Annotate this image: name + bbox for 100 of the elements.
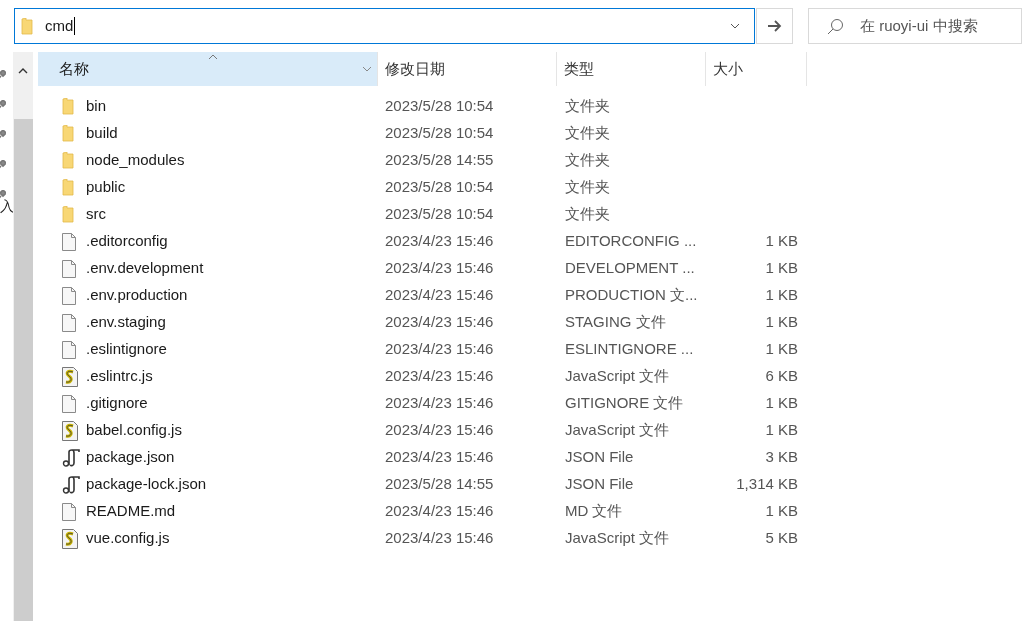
- file-name: .editorconfig: [86, 231, 168, 252]
- file-type: 文件夹: [564, 150, 611, 171]
- column-header[interactable]: 大小: [706, 52, 807, 86]
- folder-icon: [62, 98, 74, 115]
- modified-date: 2023/4/23 15:46: [384, 258, 495, 279]
- file-icon: [62, 313, 76, 332]
- chevron-up-icon[interactable]: [18, 68, 28, 74]
- file-type: PRODUCTION 文...: [564, 285, 699, 306]
- file-size: 3 KB: [765, 447, 798, 468]
- file-size: 1 KB: [765, 312, 798, 333]
- file-type: GITIGNORE 文件: [564, 393, 685, 414]
- file-name: node_modules: [86, 150, 185, 171]
- file-row[interactable]: .env.staging 2023/4/23 15:46 STAGING 文件 1 KB: [38, 309, 807, 336]
- file-size: 1 KB: [765, 393, 798, 414]
- search-field[interactable]: 在 ruoyi-ui 中搜索: [860, 14, 1020, 38]
- folder-icon: [62, 152, 74, 169]
- sort-ascending-icon: [208, 54, 218, 60]
- file-name: build: [86, 123, 118, 144]
- file-row[interactable]: .eslintignore 2023/4/23 15:46 ESLINTIGNORE ... 1 KB: [38, 336, 807, 363]
- file-type: MD 文件: [564, 501, 624, 522]
- modified-date: 2023/4/23 15:46: [384, 528, 495, 549]
- file-type: 文件夹: [564, 96, 611, 117]
- file-type: STAGING 文件: [564, 312, 667, 333]
- file-icon: [62, 502, 76, 521]
- chevron-down-icon[interactable]: [730, 23, 741, 29]
- file-row[interactable]: public 2023/5/28 10:54 文件夹: [38, 174, 807, 201]
- nav-item-text[interactable]: 入: [0, 198, 13, 214]
- file-type: 文件夹: [564, 123, 611, 144]
- file-type: JSON File: [564, 447, 635, 468]
- file-name: package.json: [86, 447, 175, 468]
- file-row[interactable]: src 2023/5/28 10:54 文件夹: [38, 201, 807, 228]
- file-icon: [62, 259, 76, 278]
- modified-date: 2023/4/23 15:46: [384, 447, 495, 468]
- modified-date: 2023/4/23 15:46: [384, 420, 495, 441]
- file-name: babel.config.js: [86, 420, 182, 441]
- file-name: .eslintignore: [86, 339, 167, 360]
- file-row[interactable]: package-lock.json 2023/5/28 14:55 JSON File 1,314 KB: [38, 471, 807, 498]
- file-row[interactable]: .editorconfig 2023/4/23 15:46 EDITORCONFIG ... 1 KB: [38, 228, 807, 255]
- file-row[interactable]: .env.production 2023/4/23 15:46 PRODUCTION 文... 1 KB: [38, 282, 807, 309]
- file-row[interactable]: package.json 2023/4/23 15:46 JSON File 3 KB: [38, 444, 807, 471]
- file-size: 1 KB: [765, 258, 798, 279]
- script-file-icon: [62, 528, 78, 549]
- search-icon: [827, 17, 844, 35]
- modified-date: 2023/5/28 14:55: [384, 150, 495, 171]
- file-name: bin: [86, 96, 107, 117]
- folder-icon: [20, 17, 33, 35]
- arrow-right-icon: [767, 20, 783, 32]
- file-icon: [62, 232, 76, 251]
- file-size: 1 KB: [765, 420, 798, 441]
- file-name: .gitignore: [86, 393, 148, 414]
- script-file-icon: [62, 420, 78, 441]
- folder-icon: [62, 179, 74, 196]
- column-header[interactable]: 类型: [557, 52, 706, 86]
- file-size: 1 KB: [765, 339, 798, 360]
- file-size: 1 KB: [765, 501, 798, 522]
- file-row[interactable]: README.md 2023/4/23 15:46 MD 文件 1 KB: [38, 498, 807, 525]
- modified-date: 2023/5/28 10:54: [384, 177, 495, 198]
- file-icon: [62, 340, 76, 359]
- address-bar[interactable]: cmd: [13, 8, 756, 44]
- file-name: README.md: [86, 501, 176, 522]
- modified-date: 2023/4/23 15:46: [384, 312, 495, 333]
- modified-date: 2023/5/28 10:54: [384, 96, 495, 117]
- file-size: 1,314 KB: [736, 474, 798, 495]
- file-name: public: [86, 177, 126, 198]
- scroll-document-icon: [62, 448, 80, 467]
- file-row[interactable]: build 2023/5/28 10:54 文件夹: [38, 120, 807, 147]
- search-bar[interactable]: 在 ruoyi-ui 中搜索: [808, 8, 1022, 44]
- file-name: .env.staging: [86, 312, 166, 333]
- modified-date: 2023/4/23 15:46: [384, 339, 495, 360]
- file-name: .eslintrc.js: [86, 366, 153, 387]
- go-button[interactable]: [756, 8, 793, 44]
- file-size: 6 KB: [765, 366, 798, 387]
- folder-icon: [62, 125, 74, 142]
- file-type: JSON File: [564, 474, 635, 495]
- modified-date: 2023/4/23 15:46: [384, 285, 495, 306]
- modified-date: 2023/5/28 10:54: [384, 204, 495, 225]
- column-header[interactable]: 修改日期: [378, 52, 557, 86]
- modified-date: 2023/5/28 14:55: [384, 474, 495, 495]
- file-row[interactable]: .env.development 2023/4/23 15:46 DEVELOPMENT ... 1 KB: [38, 255, 807, 282]
- file-size: 1 KB: [765, 231, 798, 252]
- column-header[interactable]: 名称: [38, 52, 378, 86]
- file-size: 1 KB: [765, 285, 798, 306]
- file-row[interactable]: babel.config.js 2023/4/23 15:46 JavaScript 文件 1 KB: [38, 417, 807, 444]
- file-row[interactable]: .eslintrc.js 2023/4/23 15:46 JavaScript 文件 6 KB: [38, 363, 807, 390]
- script-file-icon: [62, 366, 78, 387]
- file-name: .env.development: [86, 258, 204, 279]
- file-type: JavaScript 文件: [564, 366, 671, 387]
- file-type: JavaScript 文件: [564, 420, 671, 441]
- file-type: JavaScript 文件: [564, 528, 671, 549]
- file-name: vue.config.js: [86, 528, 170, 549]
- file-type: ESLINTIGNORE ...: [564, 339, 695, 360]
- file-name: .env.production: [86, 285, 188, 306]
- file-row[interactable]: bin 2023/5/28 10:54 文件夹: [38, 93, 807, 120]
- file-name: src: [86, 204, 106, 225]
- file-name: package-lock.json: [86, 474, 207, 495]
- file-row[interactable]: .gitignore 2023/4/23 15:46 GITIGNORE 文件 1 KB: [38, 390, 807, 417]
- file-row[interactable]: node_modules 2023/5/28 14:55 文件夹: [38, 147, 807, 174]
- file-row[interactable]: vue.config.js 2023/4/23 15:46 JavaScript 文件 5 KB: [38, 525, 807, 552]
- file-type: DEVELOPMENT ...: [564, 258, 696, 279]
- file-type: EDITORCONFIG ...: [564, 231, 698, 252]
